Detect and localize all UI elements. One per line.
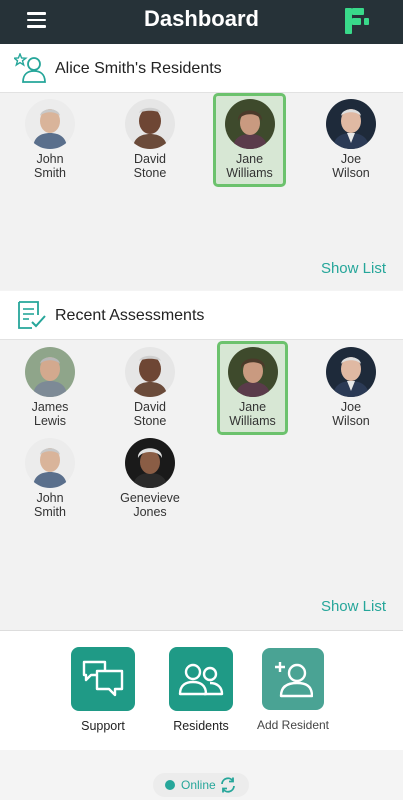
footer: Online xyxy=(0,750,403,800)
assessments-show-list-link[interactable]: Show List xyxy=(321,598,386,615)
residents-label: Residents xyxy=(173,719,229,733)
action-bar: Support Residents Add Resident xyxy=(0,630,403,750)
avatar xyxy=(224,99,275,149)
resident-first-name: James xyxy=(31,400,69,414)
residents-section-header: Alice Smith's Residents xyxy=(0,44,403,92)
avatar xyxy=(125,347,175,397)
app-logo-icon xyxy=(345,8,369,34)
resident-card-david-stone[interactable]: David Stone xyxy=(112,99,188,180)
resident-last-name: Lewis xyxy=(34,414,66,428)
resident-first-name: Joe xyxy=(340,400,362,414)
resident-last-name: Smith xyxy=(34,505,66,519)
residents-tile[interactable] xyxy=(169,647,233,711)
resident-first-name: Jane xyxy=(238,400,267,414)
connection-status: Online xyxy=(153,773,249,797)
avatar xyxy=(326,347,376,397)
residents-panel: John Smith David Stone Jane Williams Joe… xyxy=(0,92,403,290)
resident-last-name: Wilson xyxy=(332,414,370,428)
resident-last-name: Smith xyxy=(34,166,66,180)
resident-last-name: Williams xyxy=(226,166,273,180)
chat-bubbles-icon xyxy=(82,660,124,697)
resident-card-jane-williams[interactable]: Jane Williams xyxy=(213,93,286,187)
avatar xyxy=(326,99,376,149)
resident-first-name: Genevieve xyxy=(120,491,180,505)
resident-card-john-smith[interactable]: John Smith xyxy=(12,99,88,180)
resident-last-name: Stone xyxy=(133,166,167,180)
avatar xyxy=(227,347,278,397)
avatar xyxy=(25,438,75,488)
online-indicator-dot xyxy=(165,780,175,790)
assessments-section-title: Recent Assessments xyxy=(55,307,205,324)
resident-first-name: David xyxy=(134,400,166,414)
assessment-card-joe-wilson[interactable]: Joe Wilson xyxy=(313,347,389,428)
resident-first-name: John xyxy=(36,491,64,505)
add-resident-label: Add Resident xyxy=(256,718,330,732)
assessment-card-jane-williams[interactable]: Jane Williams xyxy=(217,341,288,435)
assessments-section-header: Recent Assessments xyxy=(0,291,403,339)
residents-show-list-link[interactable]: Show List xyxy=(321,260,386,277)
assessment-card-john-smith[interactable]: John Smith xyxy=(12,438,88,519)
residents-group-icon xyxy=(178,663,224,696)
assessment-card-genevieve-jones[interactable]: Genevieve Jones xyxy=(108,438,192,519)
resident-first-name: John xyxy=(36,152,64,166)
assessment-document-icon xyxy=(18,301,46,329)
avatar xyxy=(25,99,75,149)
residents-section-title: Alice Smith's Residents xyxy=(55,60,222,77)
add-resident-tile[interactable] xyxy=(262,648,324,710)
sync-icon[interactable] xyxy=(219,776,237,794)
add-resident-button[interactable]: Add Resident xyxy=(253,648,333,732)
resident-first-name: Jane xyxy=(235,152,264,166)
support-tile[interactable] xyxy=(71,647,135,711)
assessment-card-james-lewis[interactable]: James Lewis xyxy=(12,347,88,428)
assessment-card-david-stone[interactable]: David Stone xyxy=(112,347,188,428)
avatar xyxy=(125,99,175,149)
status-text: Online xyxy=(181,778,216,792)
resident-last-name: Jones xyxy=(133,505,167,519)
favorite-residents-icon xyxy=(14,53,46,83)
assessments-panel: James Lewis David Stone Jane Williams Jo… xyxy=(0,339,403,630)
resident-last-name: Wilson xyxy=(332,166,370,180)
resident-card-joe-wilson[interactable]: Joe Wilson xyxy=(313,99,389,180)
residents-button[interactable]: Residents xyxy=(166,647,236,733)
avatar xyxy=(25,347,75,397)
avatar xyxy=(125,438,175,488)
add-user-icon xyxy=(275,662,313,698)
resident-first-name: David xyxy=(134,152,166,166)
support-label: Support xyxy=(81,719,125,733)
top-bar: Dashboard xyxy=(0,0,403,44)
resident-last-name: Stone xyxy=(133,414,167,428)
resident-first-name: Joe xyxy=(340,152,362,166)
resident-last-name: Williams xyxy=(229,414,276,428)
support-button[interactable]: Support xyxy=(68,647,138,733)
